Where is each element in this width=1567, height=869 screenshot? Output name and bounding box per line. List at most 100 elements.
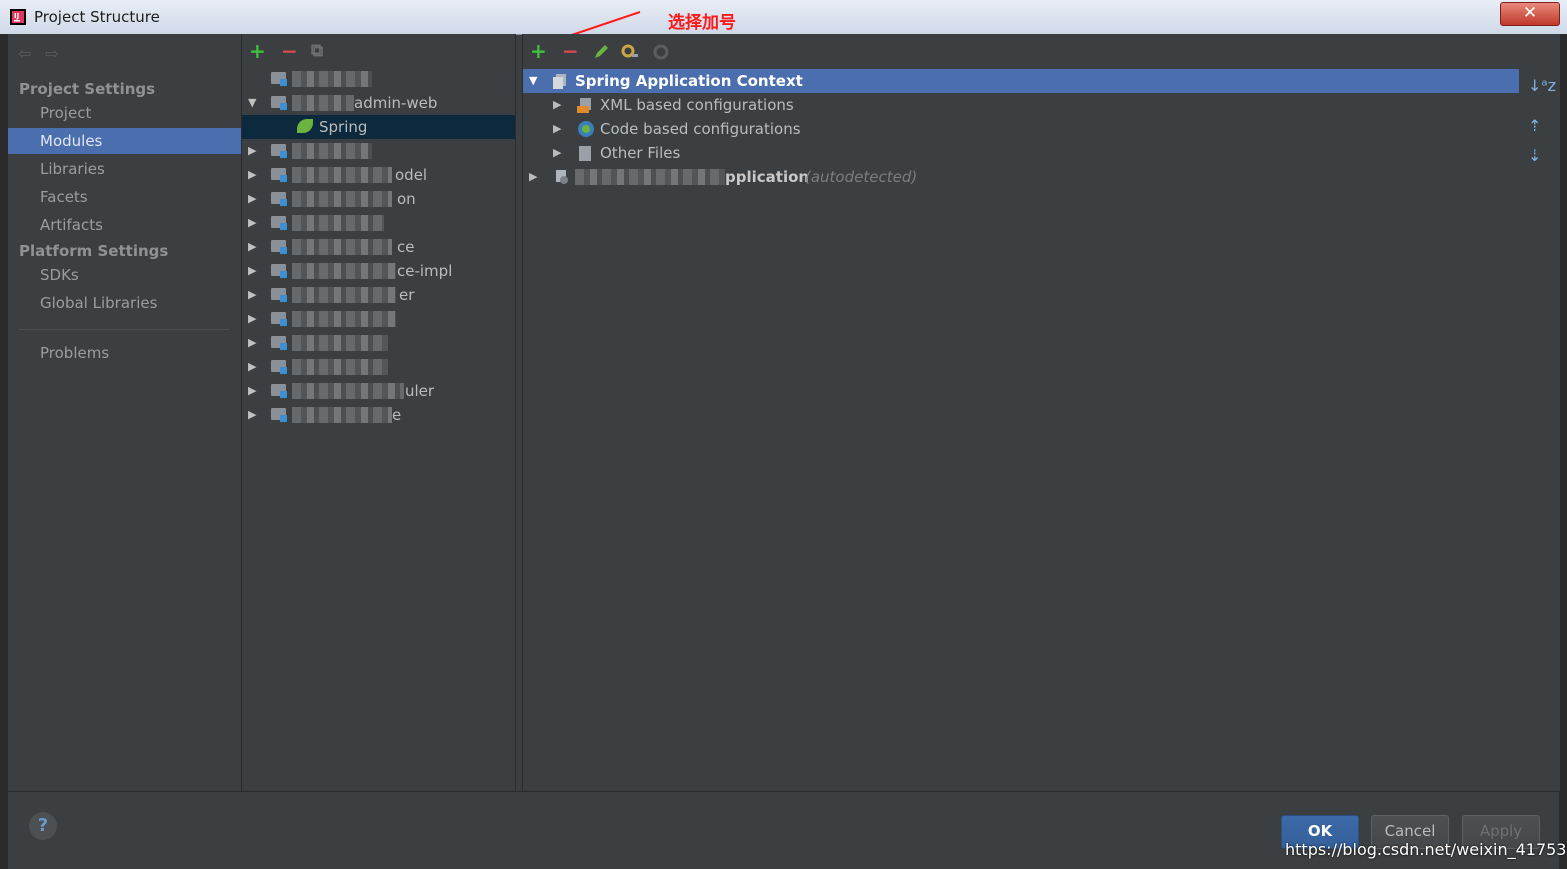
expand-triangle-icon[interactable]: ▶ bbox=[248, 259, 256, 283]
expand-triangle-icon[interactable]: ▶ bbox=[248, 283, 256, 307]
module-label: odel bbox=[395, 166, 428, 184]
expand-triangle-icon[interactable]: ▶ bbox=[248, 331, 256, 355]
module-folder-icon bbox=[271, 168, 287, 182]
nav-item-global-libraries[interactable]: Global Libraries bbox=[8, 290, 241, 316]
expand-triangle-icon[interactable]: ▶ bbox=[248, 163, 256, 187]
nav-item-label: Artifacts bbox=[40, 216, 103, 234]
expand-triangle-icon[interactable]: ▶ bbox=[553, 141, 561, 165]
redacted-name bbox=[292, 95, 354, 111]
expand-triangle-icon[interactable]: ▶ bbox=[248, 211, 256, 235]
expand-triangle-icon[interactable]: ▶ bbox=[248, 355, 256, 379]
nav-item-facets[interactable]: Facets bbox=[8, 184, 241, 210]
back-forward-icons[interactable]: ⇦⇨ bbox=[18, 44, 73, 63]
module-row[interactable]: ▶ bbox=[242, 355, 515, 379]
nav-item-project[interactable]: Project bbox=[8, 100, 241, 126]
module-row[interactable]: ▶ bbox=[242, 211, 515, 235]
expand-triangle-icon[interactable]: ▶ bbox=[553, 93, 561, 117]
module-folder-icon bbox=[271, 240, 287, 254]
module-label: uler bbox=[405, 382, 435, 400]
sort-alphabetically-icon[interactable]: ↓ᵃz bbox=[1528, 76, 1556, 95]
nav-item-problems[interactable]: Problems bbox=[8, 340, 241, 366]
collapse-all-icon[interactable]: ⇣ bbox=[1528, 146, 1541, 165]
expand-all-icon[interactable]: ⇡ bbox=[1528, 116, 1541, 135]
expand-triangle-icon[interactable]: ▶ bbox=[529, 165, 537, 189]
expand-triangle-icon[interactable]: ▶ bbox=[248, 139, 256, 163]
module-label: ce-impl bbox=[397, 262, 453, 280]
context-gear-icon bbox=[556, 170, 568, 184]
module-row[interactable]: ▶ odel bbox=[242, 163, 515, 187]
window-edge-right bbox=[1559, 34, 1567, 869]
module-folder-icon bbox=[271, 312, 287, 326]
module-row[interactable]: ▶ uler bbox=[242, 379, 515, 403]
expand-triangle-icon[interactable]: ▶ bbox=[248, 307, 256, 331]
tree-row-label: XML based configurations bbox=[600, 96, 794, 114]
module-row[interactable]: ▶ bbox=[242, 139, 515, 163]
xml-config-icon bbox=[577, 98, 591, 113]
redacted-name bbox=[292, 335, 388, 351]
expand-triangle-icon[interactable]: ▶ bbox=[248, 379, 256, 403]
module-row[interactable]: ▶ e bbox=[242, 403, 515, 427]
module-row[interactable]: ▶ bbox=[242, 331, 515, 355]
tree-row-spring-application-context[interactable]: ▼ Spring Application Context bbox=[523, 69, 1519, 93]
nav-item-modules[interactable]: Modules bbox=[8, 128, 241, 154]
module-row-spring-facet[interactable]: Spring bbox=[242, 115, 515, 139]
module-row[interactable]: ▶ on bbox=[242, 187, 515, 211]
redacted-name bbox=[292, 191, 392, 207]
nav-item-artifacts[interactable]: Artifacts bbox=[8, 212, 241, 238]
redacted-name bbox=[292, 239, 392, 255]
add-context-button[interactable]: + bbox=[530, 41, 547, 61]
module-row[interactable]: ▶ ce bbox=[242, 235, 515, 259]
redacted-name bbox=[292, 71, 372, 87]
collapse-triangle-icon[interactable]: ▼ bbox=[248, 91, 256, 115]
module-row[interactable]: ▶ er bbox=[242, 283, 515, 307]
module-folder-icon bbox=[271, 216, 287, 230]
svg-text:IJ: IJ bbox=[14, 12, 19, 20]
remove-context-button[interactable]: − bbox=[562, 41, 579, 61]
redacted-name bbox=[292, 311, 396, 327]
nav-item-sdks[interactable]: SDKs bbox=[8, 262, 241, 288]
annotation-label: 选择加号 bbox=[668, 13, 736, 33]
window-title: Project Structure bbox=[34, 8, 160, 26]
collapse-triangle-icon[interactable]: ▼ bbox=[529, 69, 537, 93]
help-icon[interactable]: ? bbox=[29, 812, 57, 840]
module-row[interactable]: ▶ ce-impl bbox=[242, 259, 515, 283]
expand-triangle-icon[interactable]: ▶ bbox=[248, 187, 256, 211]
nav-item-label: Modules bbox=[40, 132, 103, 150]
nav-item-label: Facets bbox=[40, 188, 88, 206]
tree-row-xml-configurations[interactable]: ▶ XML based configurations bbox=[523, 93, 1519, 117]
autodetected-note: (autodetected) bbox=[805, 168, 918, 186]
add-module-button[interactable]: + bbox=[249, 41, 266, 61]
module-label: er bbox=[399, 286, 415, 304]
nav-item-label: Problems bbox=[40, 344, 110, 362]
module-folder-icon bbox=[271, 408, 287, 422]
edit-pencil-icon[interactable] bbox=[592, 43, 610, 61]
module-row[interactable]: dmin bbox=[242, 67, 638, 91]
tree-row-autodetected-application[interactable]: ▶ pplication (autodetected) bbox=[523, 165, 1519, 189]
nav-item-libraries[interactable]: Libraries bbox=[8, 156, 241, 182]
nav-item-label: Libraries bbox=[40, 160, 105, 178]
expand-triangle-icon[interactable]: ▶ bbox=[248, 403, 256, 427]
disabled-tool-icon bbox=[653, 44, 669, 60]
close-button[interactable]: ✕ bbox=[1500, 2, 1560, 26]
module-label: e bbox=[392, 406, 402, 424]
expand-triangle-icon[interactable]: ▶ bbox=[248, 235, 256, 259]
remove-module-button[interactable]: − bbox=[281, 41, 298, 61]
window-edge-left bbox=[0, 34, 8, 869]
module-folder-icon bbox=[271, 360, 287, 374]
tree-row-other-files[interactable]: ▶ Other Files bbox=[523, 141, 1519, 165]
copy-icon[interactable]: ⧉ bbox=[311, 41, 323, 61]
module-folder-icon bbox=[271, 264, 287, 278]
module-folder-icon bbox=[271, 336, 287, 350]
module-row[interactable]: ▶ bbox=[242, 307, 515, 331]
module-label: admin-web bbox=[354, 94, 438, 112]
redacted-name bbox=[292, 359, 388, 375]
tree-row-code-configurations[interactable]: ▶ Code based configurations bbox=[523, 117, 1519, 141]
configure-tools-icon[interactable] bbox=[620, 42, 642, 62]
title-bar: IJ Project Structure ✕ bbox=[0, 0, 1567, 35]
tree-row-label: Code based configurations bbox=[600, 120, 801, 138]
module-row[interactable]: ▼ admin-web bbox=[242, 91, 515, 115]
module-folder-icon bbox=[271, 384, 287, 398]
watermark-url: https://blog.csdn.net/weixin_41753664 bbox=[1285, 840, 1567, 859]
module-folder-icon bbox=[271, 144, 287, 158]
expand-triangle-icon[interactable]: ▶ bbox=[553, 117, 561, 141]
